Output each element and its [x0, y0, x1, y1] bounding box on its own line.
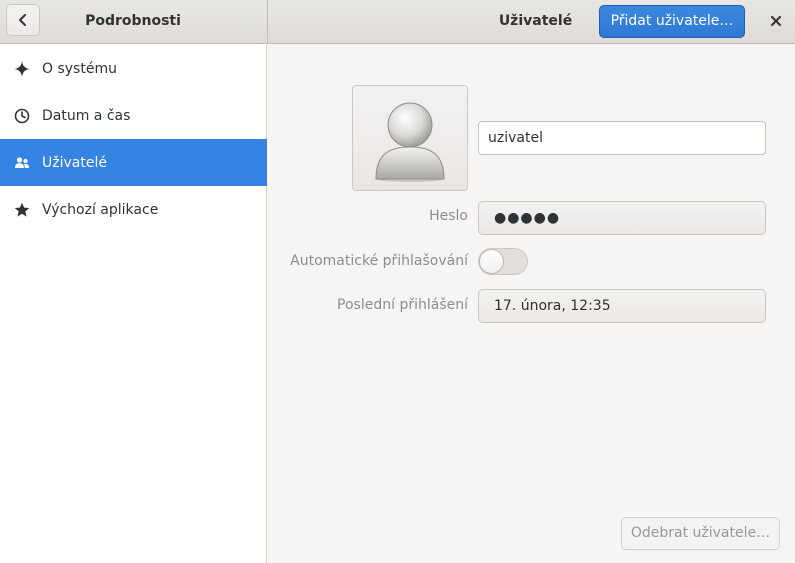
sidebar: O systému Datum a čas Uživatelé Výchozí …: [0, 44, 267, 563]
chevron-left-icon: [19, 14, 26, 26]
autologin-switch[interactable]: [478, 248, 528, 275]
sparkle-icon: [13, 60, 30, 77]
password-dots: ●●●●●: [494, 210, 561, 226]
username-input[interactable]: uzivatel: [478, 121, 766, 155]
add-user-button[interactable]: Přidat uživatele…: [599, 5, 745, 38]
sidebar-item-label: O systému: [42, 60, 117, 77]
sidebar-item-default-apps[interactable]: Výchozí aplikace: [0, 186, 267, 233]
sidebar-item-users[interactable]: Uživatelé: [0, 139, 267, 186]
back-button[interactable]: [6, 4, 40, 36]
page-title: Uživatelé: [498, 13, 573, 29]
last-login-label: Poslední přihlášení: [337, 297, 468, 313]
password-label: Heslo: [429, 208, 468, 224]
autologin-label: Automatické přihlašování: [290, 253, 468, 269]
sidebar-title: Podrobnosti: [85, 13, 181, 29]
users-icon: [13, 154, 30, 171]
password-button[interactable]: ●●●●●: [478, 201, 766, 235]
last-login-value: 17. února, 12:35: [494, 298, 611, 314]
close-icon: [771, 16, 781, 26]
header-bar: Podrobnosti Uživatelé Přidat uživatele…: [0, 0, 795, 44]
sidebar-item-datetime[interactable]: Datum a čas: [0, 92, 267, 139]
sidebar-item-about[interactable]: O systému: [0, 45, 267, 92]
star-icon: [13, 201, 30, 218]
last-login-button[interactable]: 17. února, 12:35: [478, 289, 766, 323]
switch-knob: [479, 249, 504, 274]
remove-user-button[interactable]: Odebrat uživatele…: [621, 517, 780, 550]
clock-icon: [13, 107, 30, 124]
header-divider: [267, 0, 268, 44]
sidebar-item-label: Výchozí aplikace: [42, 201, 159, 218]
user-avatar-icon: [375, 102, 445, 182]
avatar-button[interactable]: [352, 85, 468, 191]
sidebar-item-label: Datum a čas: [42, 107, 131, 124]
close-button[interactable]: [763, 8, 789, 34]
sidebar-item-label: Uživatelé: [42, 154, 107, 171]
